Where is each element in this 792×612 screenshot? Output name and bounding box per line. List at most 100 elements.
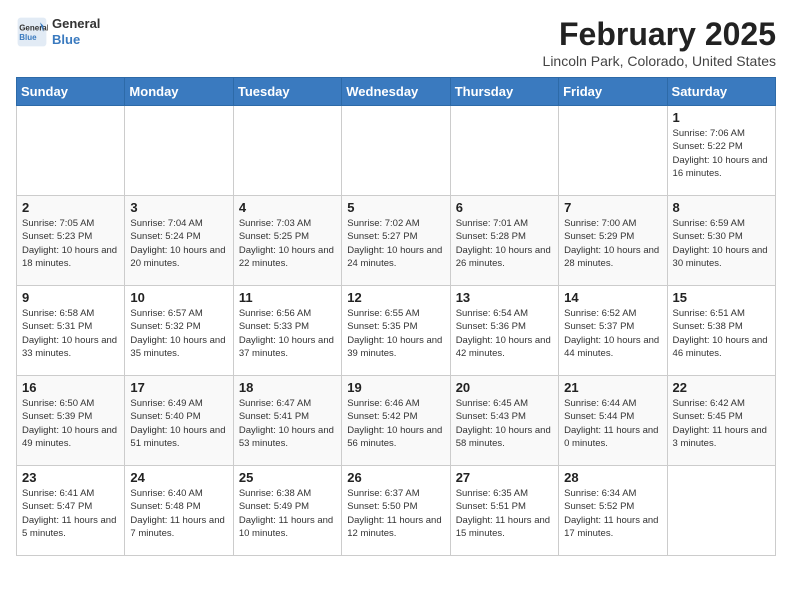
calendar-cell: 8Sunrise: 6:59 AM Sunset: 5:30 PM Daylig… <box>667 196 775 286</box>
day-info: Sunrise: 6:47 AM Sunset: 5:41 PM Dayligh… <box>239 397 336 450</box>
day-number: 17 <box>130 380 227 395</box>
day-info: Sunrise: 6:42 AM Sunset: 5:45 PM Dayligh… <box>673 397 770 450</box>
calendar-cell: 16 Sunrise: 6:50 AM Sunset: 5:39 PM Dayli… <box>17 376 125 466</box>
weekday-header: Monday <box>125 78 233 106</box>
calendar-cell: 6 Sunrise: 7:01 AM Sunset: 5:28 PM Daylig… <box>450 196 558 286</box>
day-info: Sunrise: 7:00 AM Sunset: 5:29 PM Dayligh… <box>564 217 661 270</box>
weekday-header: Saturday <box>667 78 775 106</box>
calendar-cell: 17 Sunrise: 6:49 AM Sunset: 5:40 PM Dayli… <box>125 376 233 466</box>
day-info: Sunrise: 7:02 AM Sunset: 5:27 PM Dayligh… <box>347 217 444 270</box>
day-number: 27 <box>456 470 553 485</box>
day-number: 24 <box>130 470 227 485</box>
day-number: 6 <box>456 200 553 215</box>
calendar-cell: 26Sunrise: 6:37 AM Sunset: 5:50 PM Dayli… <box>342 466 450 556</box>
day-info: Sunrise: 6:35 AM Sunset: 5:51 PM Dayligh… <box>456 487 553 540</box>
calendar-cell: 28 Sunrise: 6:34 AM Sunset: 5:52 PM Dayli… <box>559 466 667 556</box>
calendar-cell: 21 Sunrise: 6:44 AM Sunset: 5:44 PM Dayli… <box>559 376 667 466</box>
day-info: Sunrise: 7:05 AM Sunset: 5:23 PM Dayligh… <box>22 217 119 270</box>
calendar-cell: 5 Sunrise: 7:02 AM Sunset: 5:27 PM Daylig… <box>342 196 450 286</box>
calendar-cell <box>667 466 775 556</box>
day-info: Sunrise: 6:50 AM Sunset: 5:39 PM Dayligh… <box>22 397 119 450</box>
day-number: 28 <box>564 470 661 485</box>
day-info: Sunrise: 6:54 AM Sunset: 5:36 PM Dayligh… <box>456 307 553 360</box>
day-number: 4 <box>239 200 336 215</box>
day-info: Sunrise: 6:52 AM Sunset: 5:37 PM Dayligh… <box>564 307 661 360</box>
calendar-cell <box>233 106 341 196</box>
calendar-cell: 27 Sunrise: 6:35 AM Sunset: 5:51 PM Dayli… <box>450 466 558 556</box>
calendar-cell: 13 Sunrise: 6:54 AM Sunset: 5:36 PM Dayli… <box>450 286 558 376</box>
day-number: 26 <box>347 470 444 485</box>
calendar-cell: 15 Sunrise: 6:51 AM Sunset: 5:38 PM Dayli… <box>667 286 775 376</box>
calendar-cell: 20Sunrise: 6:45 AM Sunset: 5:43 PM Dayli… <box>450 376 558 466</box>
day-number: 10 <box>130 290 227 305</box>
day-number: 2 <box>22 200 119 215</box>
calendar-cell: 10 Sunrise: 6:57 AM Sunset: 5:32 PM Dayli… <box>125 286 233 376</box>
day-number: 12 <box>347 290 444 305</box>
logo-general: General <box>52 16 100 32</box>
day-info: Sunrise: 7:06 AM Sunset: 5:22 PM Dayligh… <box>673 127 770 180</box>
calendar-cell: 12Sunrise: 6:55 AM Sunset: 5:35 PM Dayli… <box>342 286 450 376</box>
calendar-week-row: 23 Sunrise: 6:41 AM Sunset: 5:47 PM Dayli… <box>17 466 776 556</box>
day-info: Sunrise: 6:51 AM Sunset: 5:38 PM Dayligh… <box>673 307 770 360</box>
day-number: 9 <box>22 290 119 305</box>
day-number: 1 <box>673 110 770 125</box>
calendar-cell: 23 Sunrise: 6:41 AM Sunset: 5:47 PM Dayli… <box>17 466 125 556</box>
day-number: 3 <box>130 200 227 215</box>
day-number: 5 <box>347 200 444 215</box>
calendar-cell: 25Sunrise: 6:38 AM Sunset: 5:49 PM Dayli… <box>233 466 341 556</box>
calendar-cell: 4 Sunrise: 7:03 AM Sunset: 5:25 PM Daylig… <box>233 196 341 286</box>
logo-text: General Blue <box>52 16 100 47</box>
day-number: 25 <box>239 470 336 485</box>
svg-text:General: General <box>19 23 48 32</box>
calendar-cell: 22 Sunrise: 6:42 AM Sunset: 5:45 PM Dayli… <box>667 376 775 466</box>
day-number: 19 <box>347 380 444 395</box>
day-info: Sunrise: 7:03 AM Sunset: 5:25 PM Dayligh… <box>239 217 336 270</box>
day-info: Sunrise: 6:41 AM Sunset: 5:47 PM Dayligh… <box>22 487 119 540</box>
location-title: Lincoln Park, Colorado, United States <box>543 53 776 69</box>
day-info: Sunrise: 6:57 AM Sunset: 5:32 PM Dayligh… <box>130 307 227 360</box>
calendar-week-row: 2 Sunrise: 7:05 AM Sunset: 5:23 PM Daylig… <box>17 196 776 286</box>
day-number: 23 <box>22 470 119 485</box>
day-info: Sunrise: 6:34 AM Sunset: 5:52 PM Dayligh… <box>564 487 661 540</box>
day-info: Sunrise: 6:49 AM Sunset: 5:40 PM Dayligh… <box>130 397 227 450</box>
logo-blue: Blue <box>52 32 100 48</box>
day-number: 20 <box>456 380 553 395</box>
calendar-cell <box>450 106 558 196</box>
weekday-header: Tuesday <box>233 78 341 106</box>
logo-icon: General Blue <box>16 16 48 48</box>
day-info: Sunrise: 7:01 AM Sunset: 5:28 PM Dayligh… <box>456 217 553 270</box>
day-info: Sunrise: 6:46 AM Sunset: 5:42 PM Dayligh… <box>347 397 444 450</box>
day-number: 8 <box>673 200 770 215</box>
weekday-header: Sunday <box>17 78 125 106</box>
calendar: SundayMondayTuesdayWednesdayThursdayFrid… <box>16 77 776 556</box>
calendar-cell: 19 Sunrise: 6:46 AM Sunset: 5:42 PM Dayli… <box>342 376 450 466</box>
day-info: Sunrise: 6:56 AM Sunset: 5:33 PM Dayligh… <box>239 307 336 360</box>
day-number: 14 <box>564 290 661 305</box>
calendar-week-row: 16 Sunrise: 6:50 AM Sunset: 5:39 PM Dayli… <box>17 376 776 466</box>
calendar-cell <box>17 106 125 196</box>
calendar-cell: 1 Sunrise: 7:06 AM Sunset: 5:22 PM Daylig… <box>667 106 775 196</box>
day-number: 13 <box>456 290 553 305</box>
day-info: Sunrise: 6:44 AM Sunset: 5:44 PM Dayligh… <box>564 397 661 450</box>
weekday-header-row: SundayMondayTuesdayWednesdayThursdayFrid… <box>17 78 776 106</box>
calendar-cell: 9Sunrise: 6:58 AM Sunset: 5:31 PM Daylig… <box>17 286 125 376</box>
weekday-header: Wednesday <box>342 78 450 106</box>
logo: General Blue General Blue <box>16 16 100 48</box>
calendar-cell <box>342 106 450 196</box>
header: General Blue General Blue February 2025 … <box>16 16 776 69</box>
title-area: February 2025 Lincoln Park, Colorado, Un… <box>543 16 776 69</box>
day-number: 22 <box>673 380 770 395</box>
weekday-header: Thursday <box>450 78 558 106</box>
calendar-cell: 2 Sunrise: 7:05 AM Sunset: 5:23 PM Daylig… <box>17 196 125 286</box>
day-info: Sunrise: 7:04 AM Sunset: 5:24 PM Dayligh… <box>130 217 227 270</box>
calendar-cell: 24Sunrise: 6:40 AM Sunset: 5:48 PM Dayli… <box>125 466 233 556</box>
month-title: February 2025 <box>543 16 776 53</box>
calendar-cell <box>559 106 667 196</box>
svg-text:Blue: Blue <box>19 33 37 42</box>
day-number: 16 <box>22 380 119 395</box>
day-number: 15 <box>673 290 770 305</box>
calendar-week-row: 1 Sunrise: 7:06 AM Sunset: 5:22 PM Daylig… <box>17 106 776 196</box>
calendar-cell: 3 Sunrise: 7:04 AM Sunset: 5:24 PM Daylig… <box>125 196 233 286</box>
calendar-cell: 7Sunrise: 7:00 AM Sunset: 5:29 PM Daylig… <box>559 196 667 286</box>
day-number: 21 <box>564 380 661 395</box>
